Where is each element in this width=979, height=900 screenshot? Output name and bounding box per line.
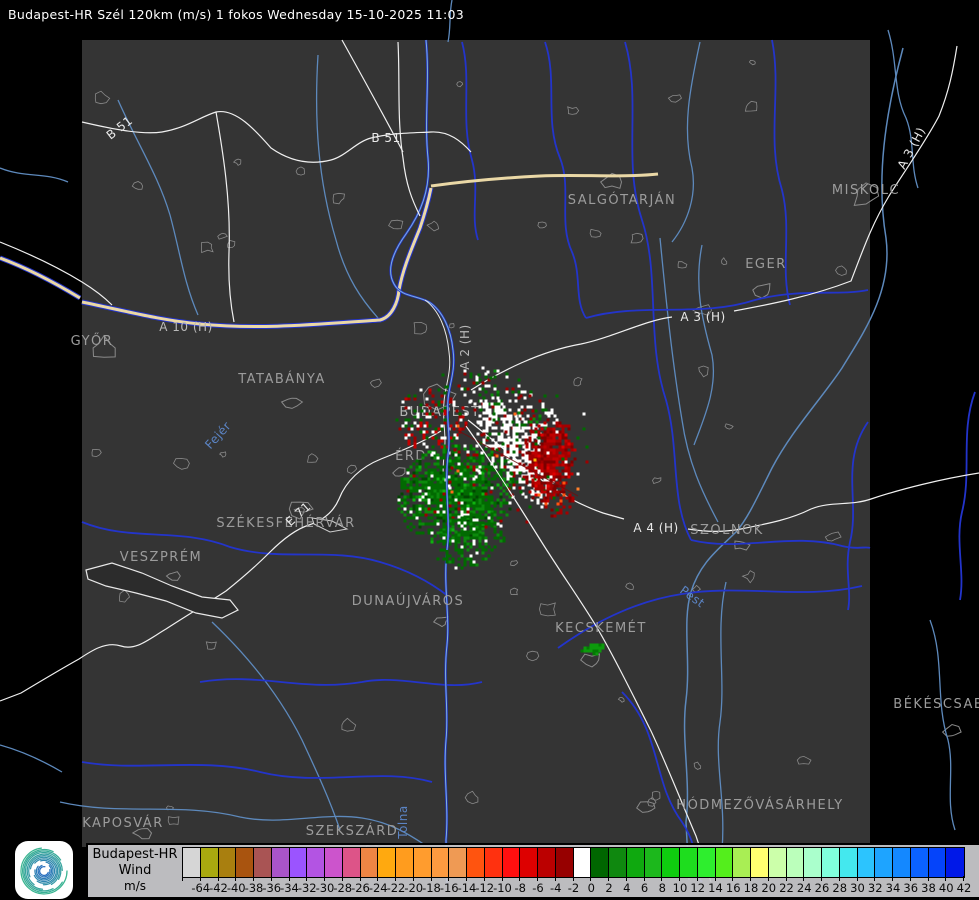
legend-parameter: Wind: [88, 863, 182, 879]
city-label-ho-dmezo-va-sa-rhely: HÓDMEZŐVÁSÁRHELY: [676, 797, 843, 813]
city-label-salgo-tarja-n: SALGÓTARJÁN: [568, 192, 677, 208]
spiral-arc: [40, 867, 49, 876]
road-label-a-4-h: A 4 (H): [633, 521, 678, 535]
city-label-dunau-jva-ros: DUNAÚJVÁROS: [352, 593, 464, 609]
legend-product-name: Budapest-HR: [88, 847, 182, 863]
city-label-veszpre-m: VESZPRÉM: [120, 549, 203, 565]
legend-color-box--26: [343, 848, 361, 877]
legend-color-box-24: [787, 848, 805, 877]
legend-color-box--22: [378, 848, 396, 877]
legend-color-strip: [182, 847, 965, 878]
legend-color-box-4: [609, 848, 627, 877]
legend-color-box--64: [183, 848, 201, 877]
legend-color-box-28: [822, 848, 840, 877]
city-label-be-ke-scsaba: BÉKÉSCSABA: [893, 696, 979, 712]
legend-color-box--32: [290, 848, 308, 877]
legend-color-box--12: [467, 848, 485, 877]
legend-color-box-32: [858, 848, 876, 877]
legend-color-box--8: [503, 848, 521, 877]
radar-viewer-screen: Budapest-HR Szél 120km (m/s) 1 fokos Wed…: [0, 0, 979, 900]
city-label-tataba-nya: TATABÁNYA: [237, 371, 326, 387]
legend-color-box-36: [893, 848, 911, 877]
cyclone-app-icon[interactable]: [15, 841, 73, 899]
legend-color-box-30: [840, 848, 858, 877]
legend-color-box--30: [307, 848, 325, 877]
legend-color-box--14: [449, 848, 467, 877]
road-label-a-10-h: A 10 (H): [159, 320, 213, 334]
legend-color-box--40: [219, 848, 237, 877]
legend-color-box--18: [414, 848, 432, 877]
city-label-miskolc: MISKOLC: [832, 183, 900, 198]
legend-product-block: Budapest-HR Wind m/s: [88, 847, 182, 894]
legend-color-box-20: [751, 848, 769, 877]
legend-color-box--38: [236, 848, 254, 877]
legend-value-42: 42: [947, 881, 979, 895]
legend-color-box-22: [769, 848, 787, 877]
road-label-a-2-h: A 2 (H): [458, 324, 472, 369]
road-label-b-51: B 51: [371, 131, 400, 145]
legend-color-box-12: [680, 848, 698, 877]
spiral-arc: [21, 848, 67, 894]
legend-color-box--42: [201, 848, 219, 877]
legend-color-box--20: [396, 848, 414, 877]
city-label-budapest: BUDAPEST: [399, 405, 480, 420]
legend-color-box--16: [432, 848, 450, 877]
legend-color-box--28: [325, 848, 343, 877]
radar-coverage-area: [82, 40, 870, 847]
color-scale-legend: Budapest-HR Wind m/s -64-42-40-38-36-34-…: [86, 843, 979, 897]
city-label-kaposva-r: KAPOSVÁR: [82, 815, 164, 831]
legend-color-box-16: [716, 848, 734, 877]
city-label-szolnok: SZOLNOK: [690, 523, 764, 538]
legend-color-box--4: [538, 848, 556, 877]
legend-color-box--34: [272, 848, 290, 877]
legend-color-box--24: [361, 848, 379, 877]
city-label-szeksza-rd: SZEKSZÁRD: [306, 823, 399, 839]
legend-color-box-38: [911, 848, 929, 877]
legend-color-box-6: [627, 848, 645, 877]
county-label-tolna: Tolna: [396, 805, 410, 839]
legend-color-box-14: [698, 848, 716, 877]
legend-color-box-10: [662, 848, 680, 877]
legend-color-box-8: [645, 848, 663, 877]
radar-map: SALGÓTARJÁNMISKOLCEGERTATABÁNYABUDAPESTÉ…: [0, 0, 979, 900]
city-label-eger: EGER: [745, 257, 787, 272]
legend-color-box-2: [591, 848, 609, 877]
legend-color-box-42: [946, 848, 964, 877]
product-title: Budapest-HR Szél 120km (m/s) 1 fokos Wed…: [8, 7, 464, 22]
city-label-gyo-r: GYŐR: [71, 333, 114, 349]
legend-color-box-0: [574, 848, 592, 877]
road-label-a-3-h: A 3 (H): [680, 310, 725, 324]
legend-color-box-34: [875, 848, 893, 877]
cyclone-spiral-icon: [15, 841, 73, 899]
legend-color-box-18: [733, 848, 751, 877]
legend-color-box--2: [556, 848, 574, 877]
legend-color-box-26: [804, 848, 822, 877]
legend-color-box--10: [485, 848, 503, 877]
legend-unit: m/s: [88, 879, 182, 894]
legend-color-box--6: [520, 848, 538, 877]
legend-color-box-40: [929, 848, 947, 877]
city-label-kecskeme-t: KECSKEMÉT: [555, 620, 647, 636]
legend-color-box--36: [254, 848, 272, 877]
